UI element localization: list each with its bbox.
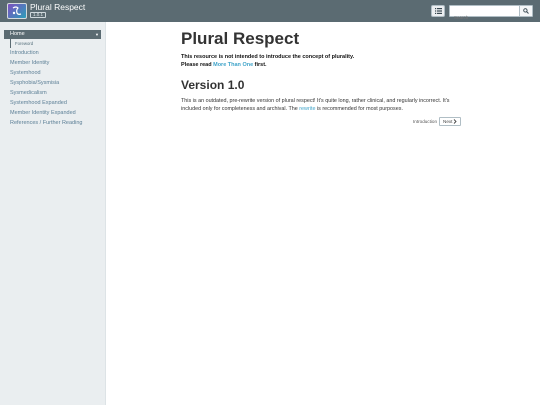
more-than-one-link[interactable]: More Than One bbox=[213, 62, 253, 68]
sidebar-subitem-foreword[interactable]: Foreword bbox=[10, 39, 33, 48]
pager-prev-link[interactable]: Introduction bbox=[413, 117, 437, 126]
notice-line2-after: first. bbox=[253, 62, 267, 68]
sidebar-item-member-identity-expanded[interactable]: Member Identity Expanded bbox=[10, 109, 76, 117]
search-icon bbox=[523, 8, 529, 14]
search-button[interactable] bbox=[519, 5, 533, 17]
caret-down-icon: ▼ bbox=[95, 32, 99, 37]
site-logo-icon[interactable] bbox=[7, 3, 27, 19]
search-input[interactable] bbox=[450, 12, 519, 23]
toggle-menu-button[interactable] bbox=[431, 5, 445, 17]
sidebar-item-member-identity[interactable]: Member Identity bbox=[10, 59, 49, 67]
sidebar-item-sysmedicalism[interactable]: Sysmedicalism bbox=[10, 89, 47, 97]
rewrite-link[interactable]: rewrite bbox=[299, 106, 315, 112]
notice-text: This resource is not intended to introdu… bbox=[181, 53, 471, 69]
sidebar-item-sysphobia[interactable]: Sysphobia/Sysmisia bbox=[10, 79, 59, 87]
version-badge: 1.0.1 bbox=[30, 12, 47, 18]
pager-next-label: Next bbox=[443, 119, 453, 124]
sidebar-item-systemhood-expanded[interactable]: Systemhood Expanded bbox=[10, 99, 67, 107]
notice-line1: This resource is not intended to introdu… bbox=[181, 54, 355, 60]
top-navbar: Plural Respect 1.0.1 bbox=[0, 0, 540, 23]
sidebar-item-home[interactable]: Home ▼ bbox=[4, 30, 101, 39]
sidebar-item-introduction[interactable]: Introduction bbox=[10, 49, 39, 57]
sidebar-nav: Home ▼ Foreword Introduction Member Iden… bbox=[0, 22, 106, 405]
pager: Introduction Next bbox=[413, 117, 462, 126]
body-text-after: is recommended for most purposes. bbox=[315, 106, 403, 112]
page-title: Plural Respect bbox=[181, 29, 300, 48]
chevron-right-icon bbox=[454, 119, 458, 124]
sidebar-item-label: Home bbox=[10, 31, 25, 37]
notice-line2-before: Please read bbox=[181, 62, 214, 68]
section-heading: Version 1.0 bbox=[181, 78, 245, 92]
sidebar-item-references[interactable]: References / Further Reading bbox=[10, 119, 82, 127]
sidebar-item-systemhood[interactable]: Systemhood bbox=[10, 69, 41, 77]
list-icon bbox=[434, 8, 442, 14]
body-paragraph: This is an outdated, pre-rewrite version… bbox=[181, 97, 466, 113]
search-field[interactable] bbox=[449, 5, 520, 23]
site-title[interactable]: Plural Respect bbox=[30, 2, 85, 12]
pager-next-button[interactable]: Next bbox=[439, 117, 462, 126]
